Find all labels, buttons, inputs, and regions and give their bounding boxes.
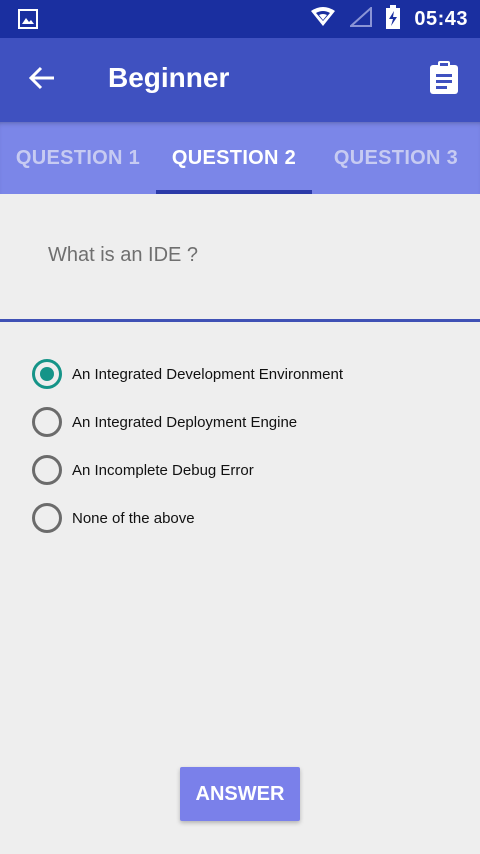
answer-button[interactable]: ANSWER: [180, 767, 300, 821]
radio-button[interactable]: [32, 407, 62, 437]
signal-icon: [348, 5, 373, 32]
question-divider: [0, 319, 480, 322]
wifi-icon: [310, 6, 336, 32]
back-button[interactable]: [22, 58, 62, 102]
clipboard-button[interactable]: [426, 60, 462, 100]
option-item[interactable]: An Incomplete Debug Error: [32, 446, 343, 494]
tab-question-3[interactable]: QUESTION 3: [312, 122, 480, 194]
tab-question-2[interactable]: QUESTION 2: [156, 122, 312, 194]
option-item[interactable]: None of the above: [32, 494, 343, 542]
option-label: An Integrated Deployment Engine: [72, 413, 298, 431]
question-tabs: QUESTION 1 QUESTION 2 QUESTION 3: [0, 122, 480, 194]
clock-time: 05:43: [414, 7, 468, 30]
radio-button[interactable]: [32, 503, 62, 533]
tab-question-1[interactable]: QUESTION 1: [0, 122, 156, 194]
option-label: An Incomplete Debug Error: [72, 461, 254, 479]
status-bar: 05:43: [0, 0, 480, 38]
option-item[interactable]: An Integrated Development Environment: [32, 350, 343, 398]
battery-charging-icon: [386, 4, 401, 34]
option-label: An Integrated Development Environment: [72, 365, 343, 383]
question-text: What is an IDE ?: [48, 244, 199, 266]
option-label: None of the above: [72, 509, 195, 527]
app-toolbar: Beginner: [0, 38, 480, 122]
page-title: Beginner: [108, 62, 230, 93]
arrow-back-icon: [28, 64, 56, 97]
image-notification-icon: [18, 9, 38, 29]
clipboard-icon: [429, 60, 459, 100]
answer-options: An Integrated Development Environment An…: [32, 350, 343, 542]
radio-button[interactable]: [32, 455, 62, 485]
option-item[interactable]: An Integrated Deployment Engine: [32, 398, 343, 446]
radio-button-selected[interactable]: [32, 359, 62, 389]
